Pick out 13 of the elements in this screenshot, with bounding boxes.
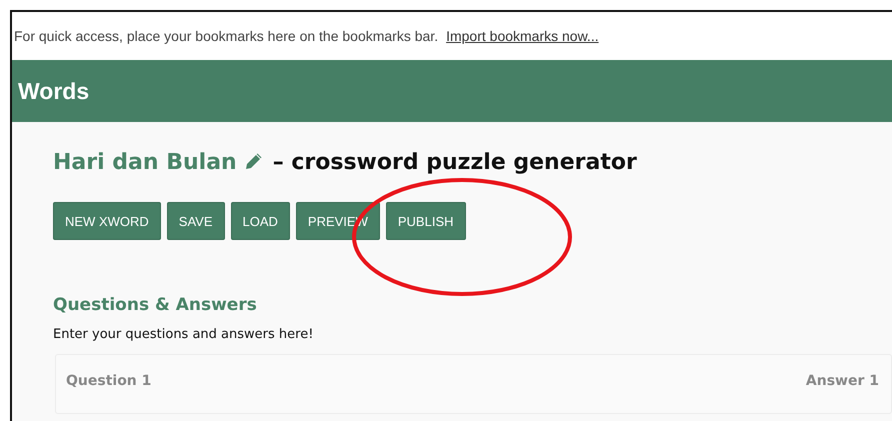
answer-label: Answer 1 [806,373,879,391]
app-title: Words [18,78,90,104]
page-subtitle: – crossword puzzle generator [272,150,637,174]
puzzle-name: Hari dan Bulan [53,150,237,174]
bookmarks-message: For quick access, place your bookmarks here on the bookmarks bar. [14,28,438,44]
toolbar-button[interactable]: PUBLISH [386,202,466,240]
toolbar-button[interactable]: LOAD [230,202,290,240]
question-label: Question 1 [66,373,152,391]
import-bookmarks-link[interactable]: Import bookmarks now... [446,28,599,44]
toolbar-button[interactable]: SAVE [166,202,224,240]
toolbar-button[interactable]: NEW XWORD [53,202,161,240]
section-description: Enter your questions and answers here! [53,327,314,342]
section-heading: Questions & Answers [53,295,258,315]
